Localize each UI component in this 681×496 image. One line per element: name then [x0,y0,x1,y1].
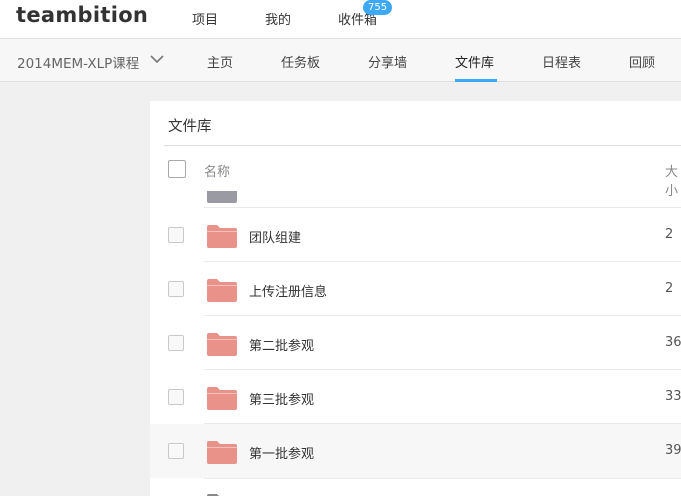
teambition-logo[interactable]: teambition [16,3,148,27]
file-name[interactable]: 第一批参观 [249,443,314,462]
file-name[interactable]: 团队组建 [249,227,301,246]
file-name[interactable]: 第三批参观 [249,389,314,408]
file-size: 39 [665,443,681,458]
file-row[interactable]: 第三批参观 33 [150,370,681,424]
top-bar: teambition 项目 我的 收件箱 755 [0,0,681,38]
file-row[interactable]: 团队组建 2 [150,208,681,262]
column-header-name[interactable]: 名称 [204,161,230,180]
row-checkbox[interactable] [168,335,184,351]
inbox-badge: 755 [363,0,393,15]
project-name[interactable]: 2014MEM-XLP课程 [17,52,139,72]
select-all-checkbox[interactable] [168,160,186,178]
tab-taskboard[interactable]: 任务板 [281,52,320,71]
folder-icon [207,441,237,464]
tab-share-wall[interactable]: 分享墙 [368,52,407,71]
file-size: 2 [665,227,674,242]
tab-home[interactable]: 主页 [207,52,233,71]
tab-calendar[interactable]: 日程表 [542,52,581,71]
nav-mine[interactable]: 我的 [265,9,291,28]
row-checkbox[interactable] [168,389,184,405]
file-row[interactable]: 上传注册信息 2 [150,262,681,316]
nav-projects[interactable]: 项目 [192,9,218,28]
file-row[interactable]: 第一批参观 39 [150,424,681,478]
folder-icon [207,387,237,410]
file-library-panel: 文件库 名称 大小 团队组建 2 上传注册信息 2 第二批参观 36 第三批参观… [150,101,681,496]
file-name[interactable]: 第二批参观 [249,335,314,354]
folder-icon [207,191,237,203]
file-row[interactable]: 第二批参观 36 [150,316,681,370]
file-size: 36 [665,335,681,350]
folder-icon [207,279,237,302]
partial-row [150,479,681,496]
row-checkbox[interactable] [168,443,184,459]
project-bar: 2014MEM-XLP课程 主页 任务板 分享墙 文件库 日程表 回顾 [0,38,681,82]
folder-icon [207,225,237,248]
tab-review[interactable]: 回顾 [629,52,655,71]
folder-icon [207,333,237,356]
row-checkbox[interactable] [168,227,184,243]
file-name[interactable]: 上传注册信息 [249,281,327,300]
chevron-down-icon[interactable] [150,54,164,64]
tab-file-library[interactable]: 文件库 [455,52,494,71]
row-checkbox[interactable] [168,281,184,297]
panel-title: 文件库 [168,119,212,135]
file-size: 33 [665,389,681,404]
active-tab-indicator [455,79,497,82]
header-divider [164,145,681,146]
partial-row [150,191,681,207]
file-size: 2 [665,281,674,296]
